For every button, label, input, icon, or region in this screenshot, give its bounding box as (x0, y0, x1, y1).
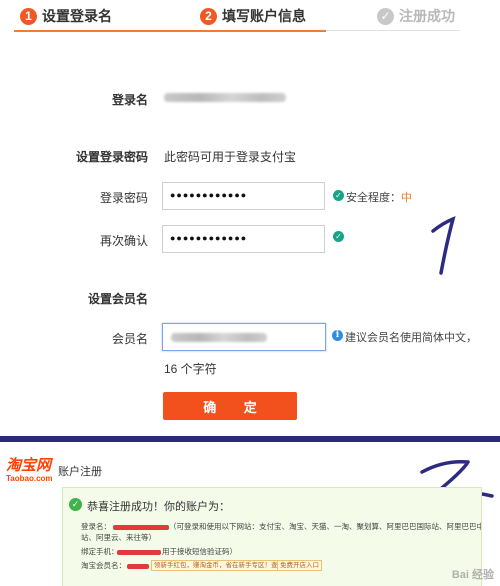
step-1-label: 设置登录名 (42, 8, 112, 24)
login-name-value-blurred (164, 93, 286, 102)
step-1: 1 设置登录名 (20, 6, 112, 26)
login-name-label: 登录名 (111, 93, 148, 107)
check-icon: ✓ (377, 7, 394, 25)
phone-redacted (117, 550, 161, 555)
member-name-hint: 建议会员名使用简体中文， (345, 332, 477, 344)
image-separator (0, 436, 500, 442)
member-name-label: 会员名 (111, 332, 148, 346)
password-masked-value: ●●●●●●●●●●●● (170, 190, 248, 200)
member-name-input[interactable] (162, 323, 326, 351)
step-1-number: 1 (20, 7, 37, 25)
char-count: 16 个字符 (164, 362, 217, 376)
step-2: 2 填写账户信息 (200, 6, 306, 26)
step-progress: 1 设置登录名 2 填写账户信息 ✓ 注册成功 (0, 0, 500, 34)
registration-screenshot: 1 设置登录名 2 填写账户信息 ✓ 注册成功 登录名 设置登录密码 此密码可用… (0, 0, 500, 586)
member-name-value-blurred (171, 333, 267, 342)
info-icon: i (332, 330, 343, 341)
progress-line-pending (326, 30, 460, 31)
account-register-title: 账户注册 (58, 466, 102, 478)
step-3: ✓ 注册成功 (377, 6, 455, 26)
confirm-masked-value: ●●●●●●●●●●●● (170, 233, 248, 243)
password-label: 登录密码 (99, 191, 148, 205)
confirm-password-input[interactable]: ●●●●●●●●●●●● (162, 225, 325, 253)
handwritten-one-icon (431, 216, 456, 275)
success-check-icon: ✓ (69, 498, 82, 511)
strength-label: 安全程度： (346, 192, 401, 204)
login-name-redacted (113, 525, 169, 530)
password-strength: 安全程度：中 (346, 189, 412, 205)
set-password-heading: 设置登录密码 (75, 150, 148, 164)
step-2-number: 2 (200, 7, 217, 25)
success-phone-label: 绑定手机： (81, 547, 119, 556)
password-ok-icon: ✓ (333, 190, 344, 201)
password-input[interactable]: ●●●●●●●●●●●● (162, 182, 325, 210)
set-password-note: 此密码可用于登录支付宝 (164, 150, 297, 164)
confirm-button[interactable]: 确 定 (163, 392, 297, 420)
success-panel: ✓ 恭喜注册成功！你的账户为： 登录名： （可登录和使用以下网站：支付宝、淘宝、… (62, 487, 482, 586)
success-login-label: 登录名： (81, 522, 111, 531)
open-shop-button[interactable]: 免费开店入口 (277, 560, 322, 571)
step-3-label: 注册成功 (399, 8, 455, 24)
login-name-desc-cont: 站、阿里云、来往等） (81, 533, 156, 542)
taobao-logo-cn: 淘宝网 (6, 457, 52, 474)
login-name-desc: （可登录和使用以下网站：支付宝、淘宝、天猫、一淘、聚划算、阿里巴巴国际站、阿里巴… (169, 522, 481, 531)
taobao-logo-en: Taobao.com (6, 474, 53, 483)
strength-level: 中 (401, 192, 412, 204)
progress-line-active (14, 30, 326, 32)
phone-desc: 用于接收短信验证码） (162, 547, 237, 556)
member-name-heading: 设置会员名 (87, 292, 148, 306)
success-member-label: 淘宝会员名： (81, 561, 126, 570)
success-headline: 恭喜注册成功！你的账户为： (87, 501, 230, 513)
step-2-label: 填写账户信息 (222, 8, 306, 24)
confirm-ok-icon: ✓ (333, 231, 344, 242)
confirm-password-label: 再次确认 (99, 234, 148, 248)
taobao-logo: 淘宝网 Taobao.com (6, 457, 58, 484)
member-name-redacted (127, 564, 149, 569)
watermark: Bai 经验 (451, 569, 494, 581)
